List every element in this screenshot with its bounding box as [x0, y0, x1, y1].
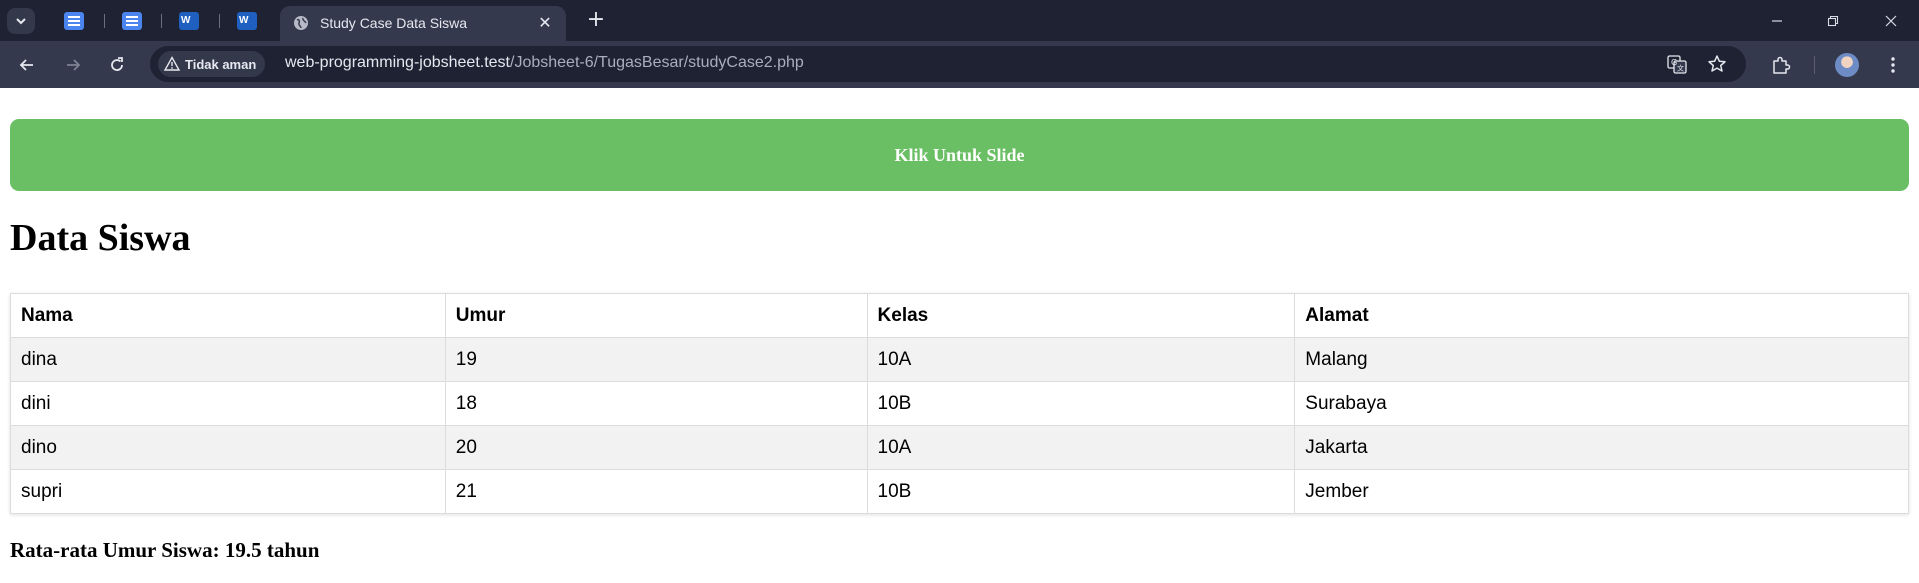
puzzle-icon: [1773, 56, 1791, 74]
menu-button[interactable]: [1880, 52, 1906, 78]
security-indicator[interactable]: Tidak aman: [158, 51, 266, 77]
cell-kelas: 10A: [866, 337, 1296, 382]
warning-icon: [164, 56, 180, 71]
back-button[interactable]: [14, 52, 40, 78]
active-tab[interactable]: Study Case Data Siswa ✕: [280, 6, 566, 41]
cell-nama: dini: [10, 381, 446, 426]
table-row: supri 21 10B Jember: [10, 469, 1909, 514]
pinned-tab-word-2[interactable]: [237, 12, 257, 30]
globe-icon: [294, 16, 308, 30]
cell-alamat: Jakarta: [1294, 425, 1909, 470]
url-host: web-programming-jobsheet.test: [285, 54, 510, 71]
tab-bar: Study Case Data Siswa ✕ +: [0, 0, 1919, 41]
close-icon: [1885, 15, 1897, 27]
cell-alamat: Jember: [1294, 469, 1909, 514]
cell-umur: 19: [444, 337, 868, 382]
browser-toolbar: Tidak aman web-programming-jobsheet.test…: [0, 41, 1919, 88]
kebab-menu-icon: [1891, 57, 1895, 73]
reload-button[interactable]: [104, 52, 130, 78]
translate-button[interactable]: G 文: [1666, 53, 1688, 75]
table-row: dina 19 10A Malang: [10, 337, 1909, 382]
pinned-tab-docs-2[interactable]: [122, 12, 142, 30]
cell-alamat: Malang: [1294, 337, 1909, 382]
reload-icon: [111, 57, 123, 71]
svg-text:文: 文: [1677, 64, 1684, 73]
cell-kelas: 10A: [866, 425, 1296, 470]
restore-button[interactable]: [1822, 10, 1844, 32]
minimize-button[interactable]: [1766, 10, 1788, 32]
toolbar-separator: [1814, 56, 1815, 74]
active-tab-title: Study Case Data Siswa: [320, 15, 468, 31]
page-title: Data Siswa: [10, 217, 191, 259]
table-row: dino 20 10A Jakarta: [10, 425, 1909, 470]
profile-button[interactable]: [1834, 52, 1860, 78]
extensions-button[interactable]: [1768, 52, 1794, 78]
header-umur: Umur: [444, 293, 868, 338]
tab-separator: [219, 14, 220, 28]
cell-umur: 20: [444, 425, 868, 470]
tab-search-button[interactable]: [7, 8, 35, 34]
url-text[interactable]: web-programming-jobsheet.test/Jobsheet-6…: [285, 54, 804, 72]
tab-separator: [104, 14, 105, 28]
minimize-icon: [1772, 20, 1782, 22]
cell-alamat: Surabaya: [1294, 381, 1909, 426]
table-header-row: Nama Umur Kelas Alamat: [10, 293, 1909, 338]
cell-kelas: 10B: [866, 469, 1296, 514]
chevron-down-icon: [16, 18, 26, 25]
slide-button[interactable]: Klik Untuk Slide: [10, 119, 1909, 191]
header-alamat: Alamat: [1294, 293, 1909, 338]
pinned-tab-word-1[interactable]: [179, 12, 199, 30]
new-tab-button[interactable]: +: [585, 9, 607, 31]
cell-umur: 21: [444, 469, 868, 514]
page-content: Klik Untuk Slide Data Siswa Nama Umur Ke…: [0, 88, 1919, 583]
star-icon: [1708, 55, 1726, 72]
table-row: dini 18 10B Surabaya: [10, 381, 1909, 426]
restore-icon: [1827, 15, 1839, 27]
cell-nama: dina: [10, 337, 446, 382]
address-bar[interactable]: Tidak aman web-programming-jobsheet.test…: [150, 46, 1746, 82]
arrow-right-icon: [67, 59, 81, 71]
avatar: [1835, 53, 1859, 77]
bookmark-button[interactable]: [1706, 53, 1728, 75]
cell-nama: dino: [10, 425, 446, 470]
close-tab-icon[interactable]: ✕: [536, 13, 554, 32]
tab-separator: [161, 14, 162, 28]
url-path: /Jobsheet-6/TugasBesar/studyCase2.php: [510, 54, 804, 71]
translate-icon: G 文: [1667, 55, 1687, 74]
arrow-left-icon: [19, 59, 33, 71]
security-label: Tidak aman: [185, 56, 257, 72]
cell-kelas: 10B: [866, 381, 1296, 426]
cell-nama: supri: [10, 469, 446, 514]
close-window-button[interactable]: [1880, 10, 1902, 32]
forward-button[interactable]: [60, 52, 86, 78]
cell-umur: 18: [444, 381, 868, 426]
average-age-text: Rata-rata Umur Siswa: 19.5 tahun: [10, 538, 320, 562]
student-table: Nama Umur Kelas Alamat dina 19 10A Malan…: [10, 293, 1909, 514]
header-kelas: Kelas: [866, 293, 1296, 338]
pinned-tab-docs-1[interactable]: [64, 12, 84, 30]
header-nama: Nama: [10, 293, 446, 338]
